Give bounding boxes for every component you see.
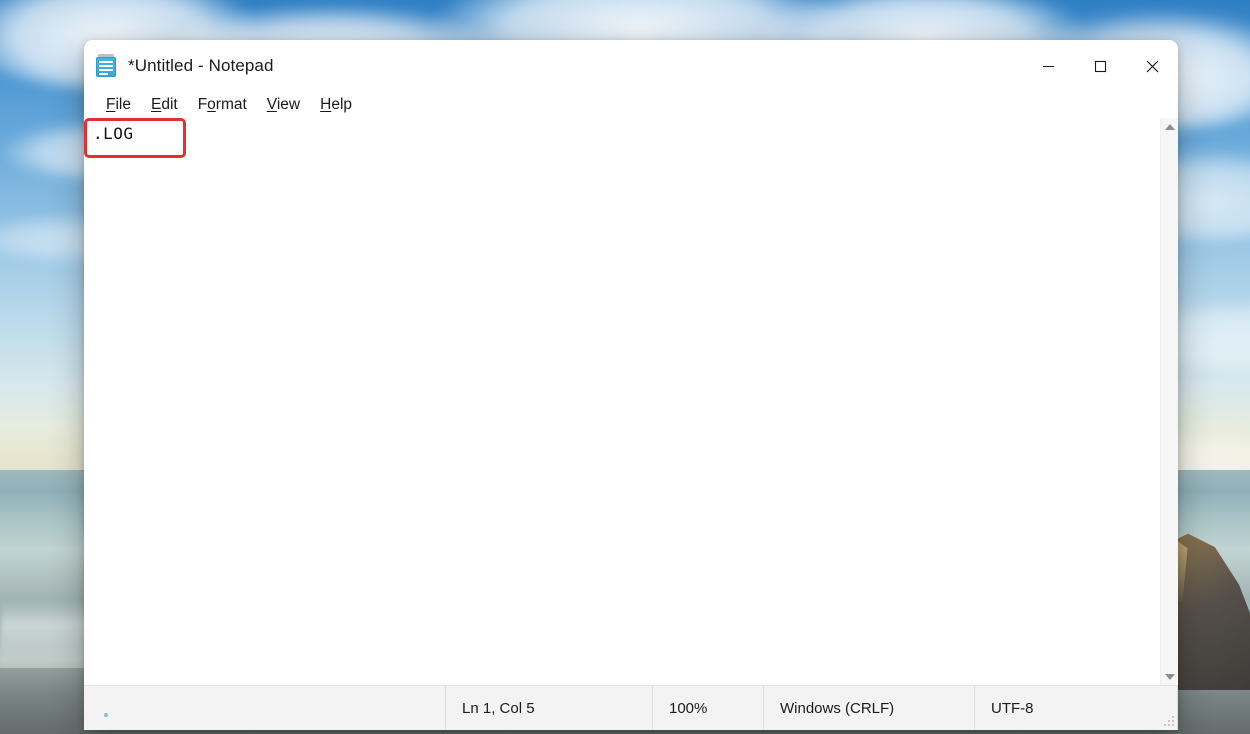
close-button[interactable] <box>1126 40 1178 92</box>
status-indicator-dot <box>104 713 108 717</box>
status-bar: Ln 1, Col 5 100% Windows (CRLF) UTF-8 <box>84 685 1178 730</box>
maximize-icon <box>1094 60 1106 72</box>
status-zoom-level[interactable]: 100% <box>652 686 763 730</box>
title-bar-left: *Untitled - Notepad <box>84 54 274 78</box>
menu-item-view[interactable]: View <box>257 95 310 116</box>
menu-file-label: File <box>106 95 131 113</box>
resize-grip-icon[interactable] <box>1162 714 1174 726</box>
editor-area: .LOG <box>84 118 1178 685</box>
menu-edit-label: Edit <box>150 95 178 113</box>
desktop: *Untitled - Notepad File Edit Format Vie… <box>0 0 1250 734</box>
scroll-up-arrow-icon[interactable] <box>1161 118 1178 135</box>
status-bar-spacer <box>84 686 445 730</box>
scroll-down-arrow-icon[interactable] <box>1161 668 1178 685</box>
menu-item-format[interactable]: Format <box>188 95 257 116</box>
vertical-scrollbar[interactable] <box>1160 118 1178 685</box>
scrollbar-track[interactable] <box>1161 135 1178 668</box>
status-cursor-position[interactable]: Ln 1, Col 5 <box>445 686 652 730</box>
menu-item-file[interactable]: File <box>96 95 141 116</box>
menu-format-label: Format <box>197 95 247 113</box>
menu-item-edit[interactable]: Edit <box>141 95 188 116</box>
title-bar[interactable]: *Untitled - Notepad <box>84 40 1178 92</box>
editor-text-line: .LOG <box>93 124 134 143</box>
close-icon <box>1146 60 1158 72</box>
status-encoding[interactable]: UTF-8 <box>974 686 1178 730</box>
window-title: *Untitled - Notepad <box>128 56 274 75</box>
menu-help-label: Help <box>320 95 353 113</box>
menu-item-help[interactable]: Help <box>310 95 362 116</box>
notepad-icon <box>96 54 117 78</box>
minimize-icon <box>1042 65 1054 67</box>
menu-view-label: View <box>266 95 301 113</box>
maximize-button[interactable] <box>1074 40 1126 92</box>
window-controls <box>1022 40 1178 92</box>
text-editor[interactable]: .LOG <box>84 118 1160 685</box>
minimize-button[interactable] <box>1022 40 1074 92</box>
menu-bar: File Edit Format View Help <box>84 92 1178 119</box>
notepad-window: *Untitled - Notepad File Edit Format Vie… <box>84 40 1178 730</box>
status-line-ending[interactable]: Windows (CRLF) <box>763 686 974 730</box>
